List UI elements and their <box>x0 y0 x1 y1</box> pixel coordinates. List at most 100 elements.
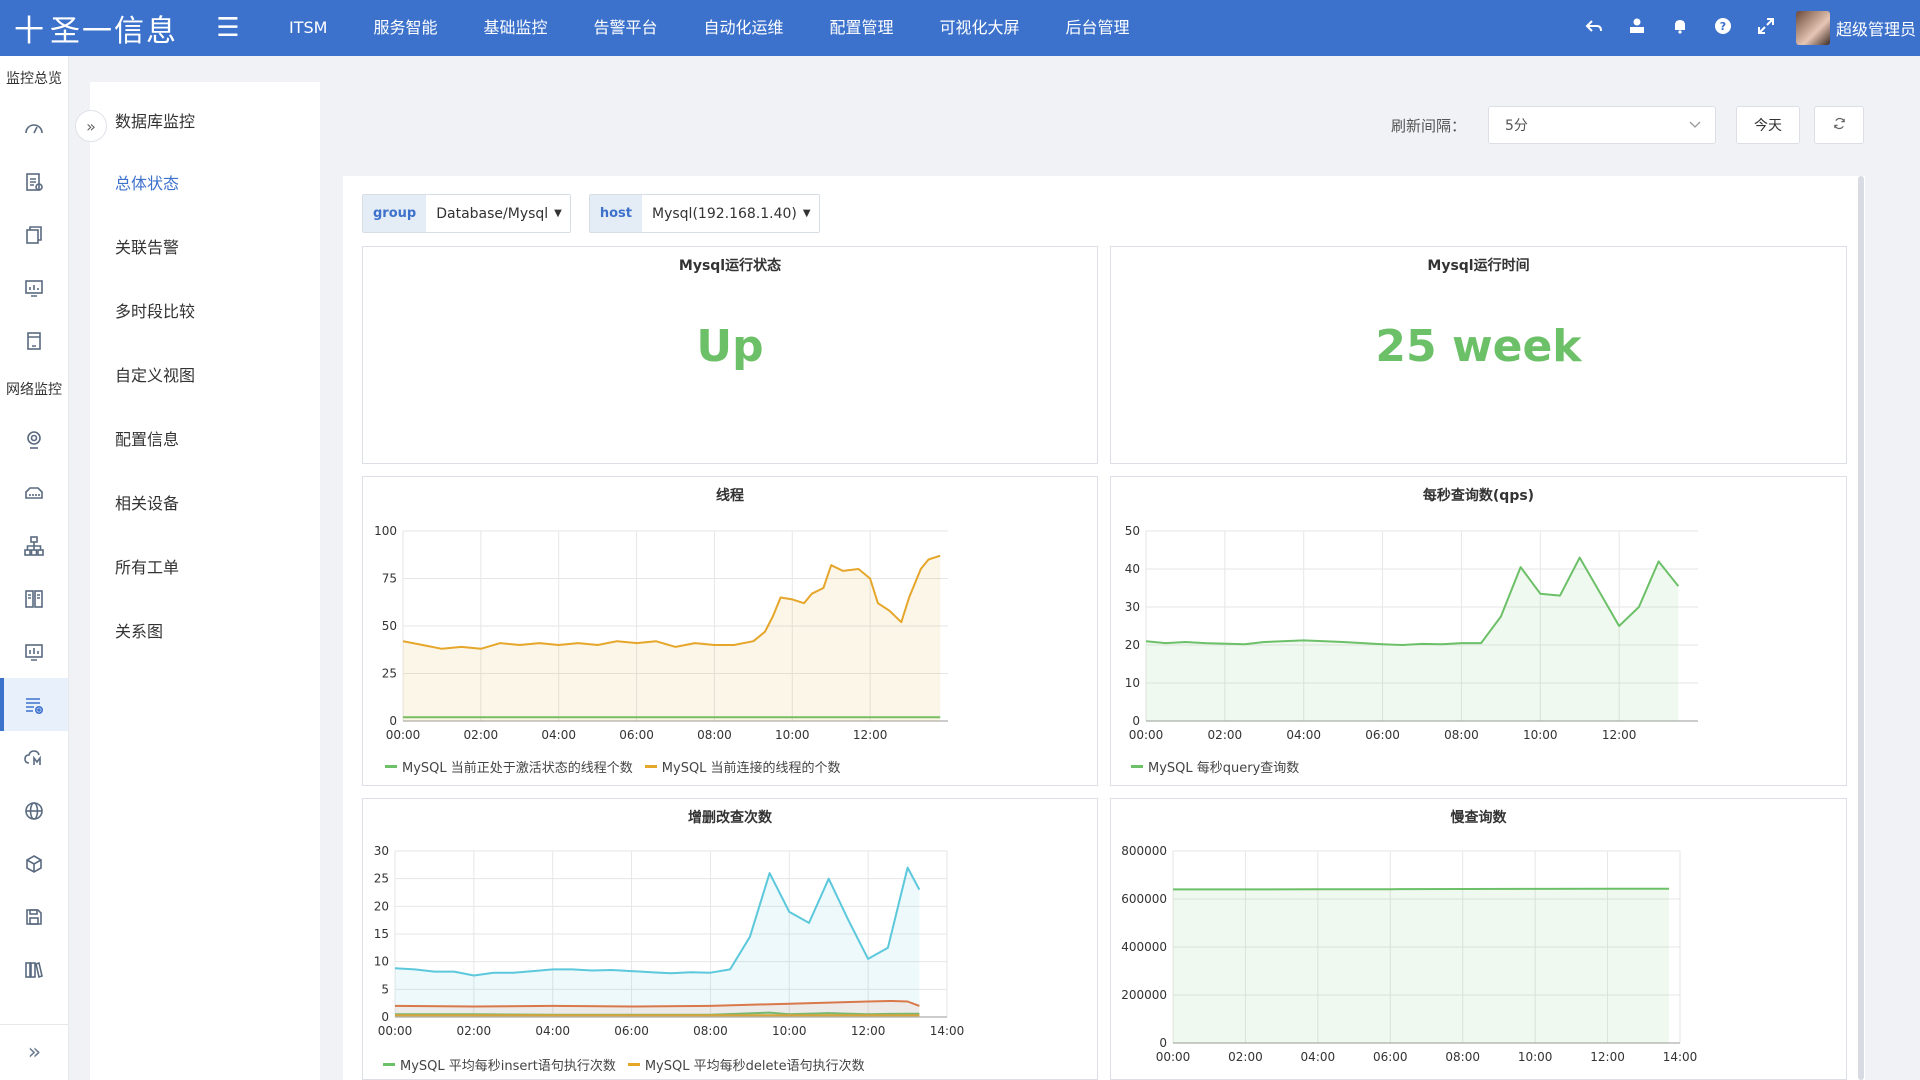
x-tick-label: 04:00 <box>1301 1050 1336 1064</box>
network-switch-icon[interactable] <box>0 466 68 519</box>
x-tick-label: 08:00 <box>1445 1050 1480 1064</box>
sidebar-expand-icon[interactable]: » <box>0 1024 69 1080</box>
x-tick-label: 06:00 <box>614 1024 649 1038</box>
y-tick-label: 50 <box>1125 524 1140 538</box>
legend-item[interactable]: MySQL 平均每秒delete语句执行次数 <box>627 1055 865 1074</box>
x-tick-label: 06:00 <box>619 728 654 742</box>
today-button[interactable]: 今天 <box>1736 106 1800 144</box>
y-tick-label: 75 <box>382 572 397 586</box>
y-tick-label: 30 <box>1125 600 1140 614</box>
database-monitor-icon[interactable] <box>0 678 68 731</box>
card-title: Mysql运行时间 <box>1427 258 1530 274</box>
nav-item-admin[interactable]: 后台管理 <box>1043 0 1153 56</box>
nav-item-basic-monitoring[interactable]: 基础监控 <box>460 0 570 56</box>
brand-mark: 十 <box>14 14 46 49</box>
y-tick-label: 25 <box>374 872 389 886</box>
avatar <box>1795 11 1830 45</box>
library-icon[interactable] <box>0 943 68 996</box>
bell-icon[interactable] <box>1659 17 1702 40</box>
copy-pages-icon[interactable] <box>0 208 68 261</box>
x-tick-label: 14:00 <box>1663 1050 1698 1064</box>
camera-icon[interactable] <box>0 413 68 466</box>
refresh-interval-select[interactable]: 5分 <box>1488 106 1716 144</box>
x-tick-label: 00:00 <box>378 1024 413 1038</box>
top-nav: ITSM 服务智能 基础监控 告警平台 自动化运维 配置管理 可视化大屏 后台管… <box>266 0 1153 56</box>
rack-icon[interactable] <box>0 572 68 625</box>
nav-item-visual-screen[interactable]: 可视化大屏 <box>917 0 1043 56</box>
threads-chart: 0 25 50 75 100 00:00 02:00 04:00 06:00 08:00 10:00… <box>374 524 948 742</box>
legend-item[interactable]: MySQL 当前正处于激活状态的线程个数 <box>385 757 633 776</box>
report-icon[interactable] <box>0 155 68 208</box>
topology-icon[interactable] <box>0 519 68 572</box>
submenu-item-overall-status[interactable]: 总体状态 <box>90 152 320 216</box>
x-tick-label: 12:00 <box>1602 728 1637 742</box>
legend-label: MySQL 当前正处于激活状态的线程个数 <box>402 761 633 776</box>
chart-legend: MySQL 平均每秒insert语句执行次数 MySQL 平均每秒delete语… <box>383 1055 865 1074</box>
legend-swatch <box>385 765 397 768</box>
refresh-interval-label: 刷新间隔： <box>1390 116 1466 135</box>
submenu-item-custom-view[interactable]: 自定义视图 <box>90 344 320 408</box>
back-icon[interactable] <box>1573 17 1616 40</box>
nav-item-itsm[interactable]: ITSM <box>266 0 350 56</box>
legend-swatch <box>644 765 657 768</box>
group-filter-value[interactable]: Database/Mysql ▼ <box>426 195 570 232</box>
x-tick-label: 14:00 <box>930 1024 965 1038</box>
submenu-item-relation-graph[interactable]: 关系图 <box>90 600 320 664</box>
main-scrollbar[interactable] <box>1858 176 1864 1080</box>
cloud-monitor-icon[interactable] <box>0 731 68 784</box>
x-tick-label: 10:00 <box>1523 728 1558 742</box>
submenu-item-period-compare[interactable]: 多时段比较 <box>90 280 320 344</box>
nav-item-config-management[interactable]: 配置管理 <box>807 0 917 56</box>
monitor-bars-icon[interactable] <box>0 625 68 678</box>
globe-icon[interactable] <box>0 784 68 837</box>
svg-text:?: ? <box>1720 20 1726 33</box>
y-tick-label: 15 <box>374 927 389 941</box>
group-filter-key: group <box>363 195 427 232</box>
submenu-item-related-devices[interactable]: 相关设备 <box>90 472 320 536</box>
filter-bar: group Database/Mysql ▼ host Mysql(192.168… <box>362 194 820 233</box>
icon-sidebar: 监控总览 网络监控 » <box>0 56 69 1080</box>
dashboard-gauge-icon[interactable] <box>0 102 68 155</box>
y-tick-label: 40 <box>1125 562 1140 576</box>
slow-query-chart: 0 200000 400000 600000 800000 00:00 02:00 04:00… <box>1121 844 1698 1064</box>
x-tick-label: 02:00 <box>1228 1050 1263 1064</box>
sidebar-section-overview: 监控总览 <box>6 71 62 87</box>
brand-name: 圣一信息 <box>50 14 178 49</box>
save-disk-icon[interactable] <box>0 890 68 943</box>
legend-swatch <box>383 1063 395 1066</box>
user-menu[interactable]: 超级管理员 <box>1795 11 1920 45</box>
brand-logo[interactable]: 十 圣一信息 <box>0 6 200 50</box>
fullscreen-icon[interactable] <box>1745 17 1788 40</box>
mysql-uptime-card: Mysql运行时间 25 week <box>1110 246 1847 464</box>
submenu-toggle-icon[interactable]: » <box>75 110 107 142</box>
monitor-chart-icon[interactable] <box>0 261 68 314</box>
refresh-button[interactable] <box>1814 106 1864 144</box>
legend-item[interactable]: MySQL 当前连接的线程的个数 <box>644 757 841 776</box>
y-tick-label: 0 <box>381 1010 389 1024</box>
legend-swatch <box>1131 765 1143 768</box>
nav-item-service-intelligence[interactable]: 服务智能 <box>350 0 460 56</box>
help-icon[interactable]: ? <box>1702 17 1745 40</box>
host-filter-value[interactable]: Mysql(192.168.1.40) ▼ <box>642 195 819 232</box>
submenu-item-config-info[interactable]: 配置信息 <box>90 408 320 472</box>
legend-item[interactable]: MySQL 平均每秒insert语句执行次数 <box>383 1055 616 1074</box>
server-doc-icon[interactable] <box>0 314 68 367</box>
submenu-item-all-tickets[interactable]: 所有工单 <box>90 536 320 600</box>
x-tick-label: 00:00 <box>1156 1050 1191 1064</box>
user-desk-icon[interactable] <box>1616 17 1659 40</box>
submenu-item-related-alerts[interactable]: 关联告警 <box>90 216 320 280</box>
nav-item-automation[interactable]: 自动化运维 <box>681 0 807 56</box>
legend-item[interactable]: MySQL 每秒query查询数 <box>1131 757 1299 776</box>
refresh-toolbar: 刷新间隔： 5分 今天 <box>1391 106 1864 144</box>
x-tick-label: 06:00 <box>1373 1050 1408 1064</box>
mysql-status-card: Mysql运行状态 Up <box>362 246 1098 464</box>
x-tick-label: 02:00 <box>1208 728 1243 742</box>
nav-item-alert-platform[interactable]: 告警平台 <box>570 0 680 56</box>
y-tick-label: 20 <box>1125 638 1140 652</box>
group-filter[interactable]: group Database/Mysql ▼ <box>362 194 571 233</box>
hamburger-menu-icon[interactable]: ☰ <box>208 13 248 43</box>
cube-icon[interactable] <box>0 837 68 890</box>
y-tick-label: 10 <box>374 955 389 969</box>
host-filter[interactable]: host Mysql(192.168.1.40) ▼ <box>588 194 820 233</box>
card-title: Mysql运行状态 <box>678 258 782 274</box>
